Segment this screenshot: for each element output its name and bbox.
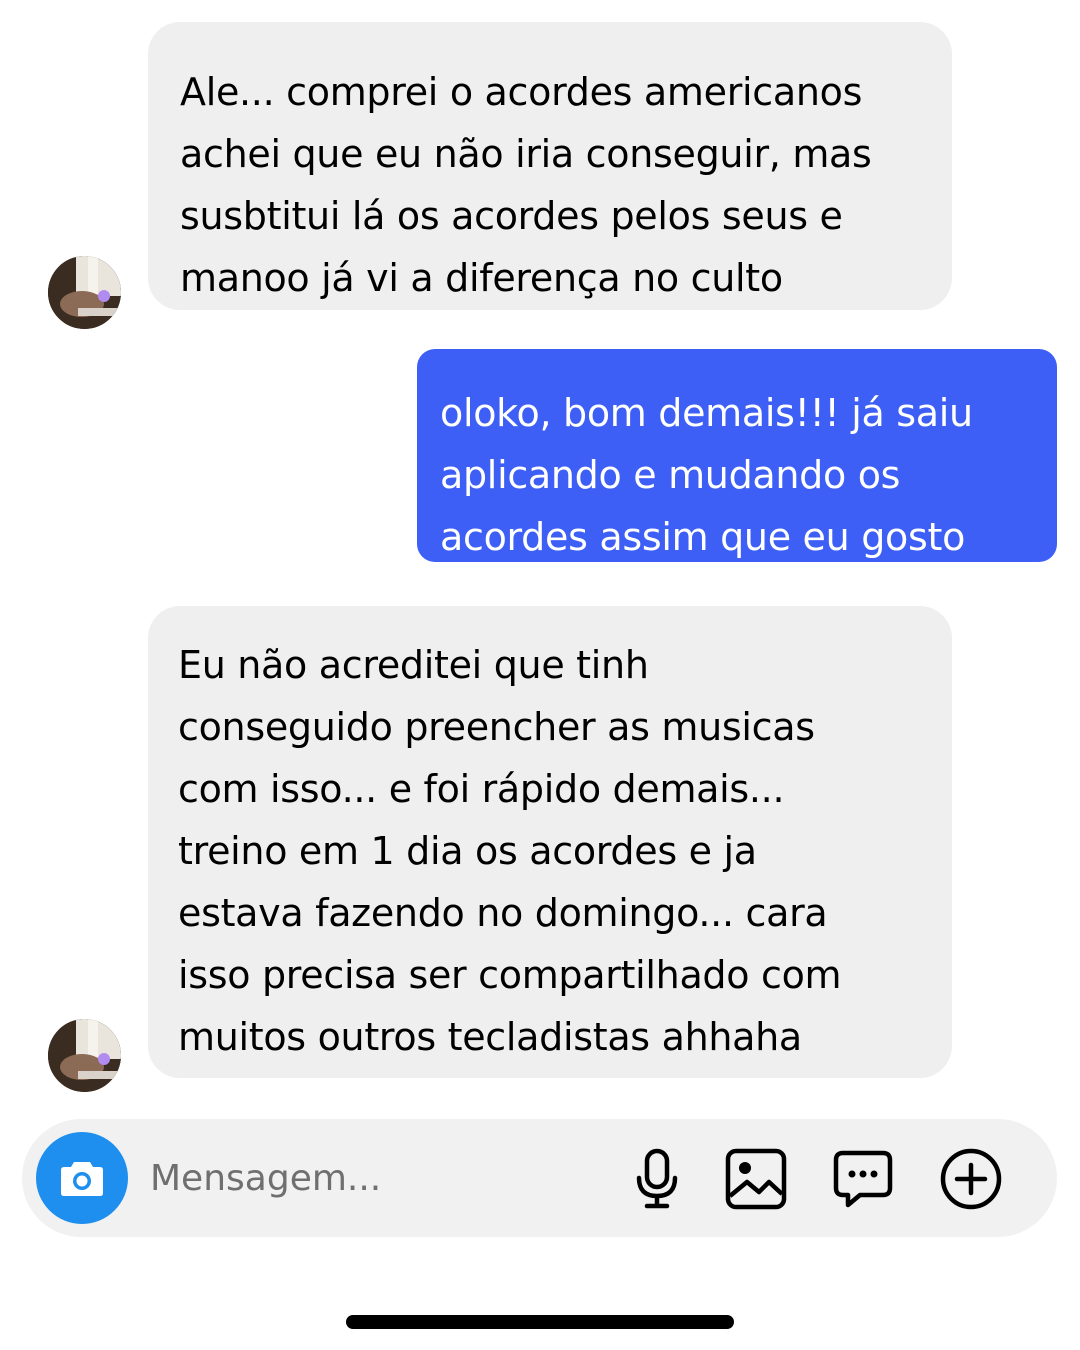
message-input[interactable] — [150, 1149, 590, 1207]
avatar-image — [48, 256, 121, 329]
image-gallery-icon — [725, 1148, 787, 1210]
sender-avatar[interactable] — [48, 256, 121, 329]
plus-icon — [940, 1148, 1002, 1210]
message-bubble-incoming[interactable]: Eu não acreditei que tinh conseguido pre… — [148, 606, 952, 1078]
message-line: com isso... e foi rápido demais... — [178, 767, 785, 811]
message-line: susbtitui lá os acordes pelos seus e — [180, 194, 843, 238]
more-options-button[interactable] — [938, 1146, 1004, 1212]
message-line: oloko, bom demais!!! já saiu — [440, 391, 973, 435]
avatar-image — [48, 1019, 121, 1092]
message-line: isso precisa ser compartilhado com — [178, 953, 842, 997]
message-bubble-incoming[interactable]: Ale... comprei o acordes americanos ache… — [148, 22, 952, 310]
camera-button[interactable] — [36, 1132, 128, 1224]
message-line: aplicando e mudando os — [440, 453, 901, 497]
voice-message-button[interactable] — [624, 1146, 690, 1212]
message-line: Ale... comprei o acordes americanos — [180, 70, 863, 114]
message-line: Eu não acreditei que tinh — [178, 643, 649, 687]
gallery-button[interactable] — [723, 1146, 789, 1212]
message-line: estava fazendo no domingo... cara — [178, 891, 828, 935]
message-line: acordes assim que eu gosto — [440, 515, 966, 559]
message-composer — [22, 1119, 1057, 1237]
microphone-icon — [636, 1148, 678, 1209]
message-line: manoo já vi a diferença no culto — [180, 256, 783, 300]
message-line: achei que eu não iria conseguir, mas — [180, 132, 872, 176]
message-bubble-outgoing[interactable]: oloko, bom demais!!! já saiu aplicando e… — [417, 349, 1057, 562]
home-indicator[interactable] — [346, 1315, 734, 1329]
message-line: treino em 1 dia os acordes e ja — [178, 829, 757, 873]
camera-icon — [61, 1162, 103, 1196]
message-line: muitos outros tecladistas ahhaha — [178, 1015, 802, 1059]
sender-avatar[interactable] — [48, 1019, 121, 1092]
sticker-icon — [833, 1150, 893, 1208]
sticker-button[interactable] — [830, 1146, 896, 1212]
message-line: conseguido preencher as musicas — [178, 705, 815, 749]
